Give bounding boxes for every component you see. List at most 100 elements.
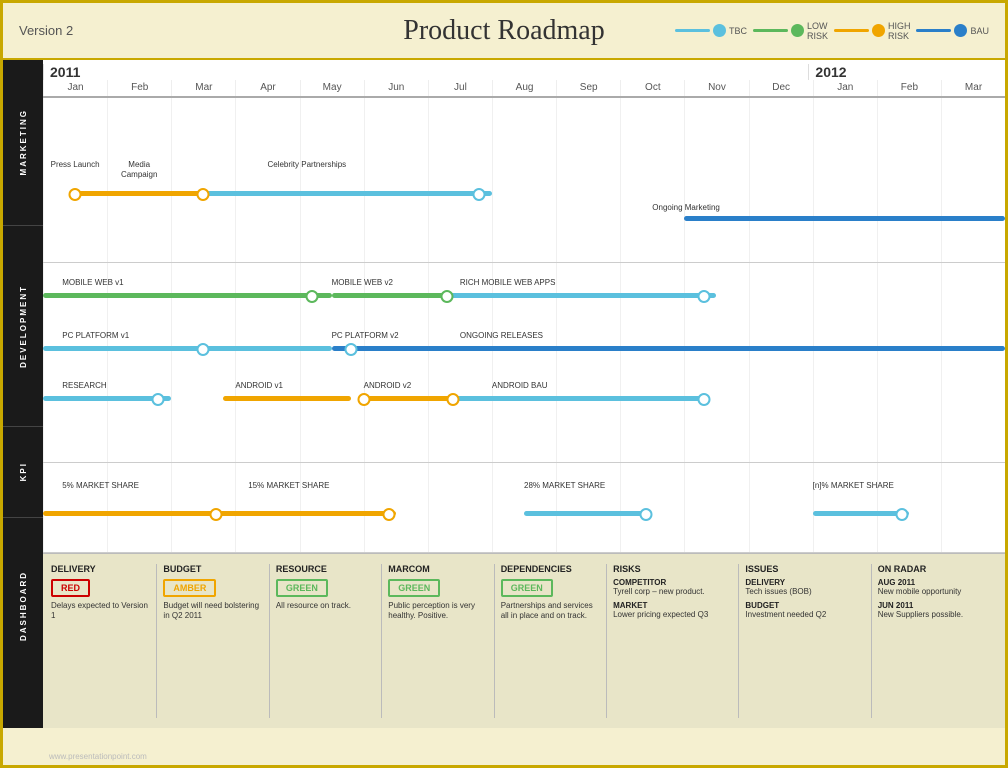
resource-text: All resource on track. [276,601,375,611]
marcom-badge: GREEN [388,579,440,597]
on-radar-item2-title: JUN 2011 [878,601,997,610]
kpi4-label: [n]% MARKET SHARE [813,481,894,490]
legend-highrisk-dot [872,24,885,37]
legend-highrisk-line [834,29,869,32]
version-label: Version 2 [19,23,73,38]
year-header: 2011 2012 [43,60,1005,80]
row-labels: MARKETING DEVELOPMENT KPI DASHBOARD [3,60,43,728]
dependencies-text: Partnerships and services all in place a… [501,601,600,622]
press-launch-label: Press Launch [51,160,100,170]
page-title: Product Roadmap [403,15,604,47]
issue-budget-title: BUDGET [745,601,864,610]
rich-mobile-label: RICH MOBILE WEB APPS [460,278,556,287]
legend-tbc-dot [713,24,726,37]
kpi3-line [524,511,652,516]
legend-bau-label: BAU [970,26,989,36]
kpi4-node [896,508,909,521]
ongoing-releases-label: ONGOING RELEASES [460,331,543,340]
year-2012: 2012 [808,64,1005,80]
dashboard-budget: BUDGET AMBER Budget will need bolstering… [163,564,262,718]
risk-market-title: MARKET [613,601,732,610]
kpi1-node [210,508,223,521]
legend: TBC LOWRISK HIGHRISK BAU [675,21,989,41]
watermark: www.presentationpoint.com [49,752,147,761]
celebrity-line [203,191,492,196]
mobile-web-v2-node2 [441,290,454,303]
kpi1-line [43,511,223,516]
press-launch-node [69,188,82,201]
resource-badge: GREEN [276,579,328,597]
row-label-dashboard: DASHBOARD [3,518,43,693]
media-campaign-label: MediaCampaign [121,160,157,179]
mobile-web-v1-label: MOBILE WEB v1 [62,278,123,287]
month-jul1: Jul [428,80,492,96]
kpi2-line [216,511,396,516]
risk-market-text: Lower pricing expected Q3 [613,610,732,619]
risk-competitor-text: Tyrell corp – new product. [613,587,732,596]
month-mar1: Mar [171,80,235,96]
dashboard-issues: ISSUES DELIVERY Tech issues (BOB) BUDGET… [745,564,864,718]
on-radar-item1: AUG 2011 New mobile opportunity [878,578,997,596]
legend-highrisk-label: HIGHRISK [888,21,911,41]
marcom-title: MARCOM [388,564,487,574]
legend-tbc-line [675,29,710,32]
risk-market: MARKET Lower pricing expected Q3 [613,601,732,619]
research-node [152,393,165,406]
resource-title: RESOURCE [276,564,375,574]
android-bau-line [453,396,710,401]
kpi3-node [639,508,652,521]
pc-v1-line [43,346,332,351]
month-sep1: Sep [556,80,620,96]
month-header: Jan Feb Mar Apr May Jun Jul Aug Sep Oct … [43,80,1005,98]
android-v2-node2 [447,393,460,406]
marcom-text: Public perception is very healthy. Posit… [388,601,487,622]
grid-overlay [43,98,1005,262]
legend-high-risk: HIGHRISK [834,21,911,41]
month-dec1: Dec [749,80,813,96]
dependencies-badge: GREEN [501,579,553,597]
legend-lowrisk-line [753,29,788,32]
dashboard-delivery: DELIVERY RED Delays expected to Version … [51,564,150,718]
mobile-web-v2-node [306,290,319,303]
media-campaign-node [197,188,210,201]
legend-bau: BAU [916,24,989,37]
delivery-text: Delays expected to Version 1 [51,601,150,622]
issue-delivery-title: DELIVERY [745,578,864,587]
kpi1-label: 5% MARKET SHARE [62,481,139,490]
month-may1: May [300,80,364,96]
dashboard-on-radar: ON RADAR AUG 2011 New mobile opportunity… [878,564,997,718]
delivery-title: DELIVERY [51,564,150,574]
rich-mobile-line [447,293,716,298]
budget-title: BUDGET [163,564,262,574]
risk-competitor: COMPETITOR Tyrell corp – new product. [613,578,732,596]
legend-low-risk: LOWRISK [753,21,828,41]
budget-text: Budget will need bolstering in Q2 2011 [163,601,262,622]
celebrity-partnerships-label: Celebrity Partnerships [267,160,346,169]
android-v1-line [223,396,351,401]
mobile-web-v2-label: MOBILE WEB v2 [332,278,393,287]
row-label-marketing: MARKETING [3,60,43,225]
row-label-development: DEVELOPMENT [3,226,43,426]
marketing-orange-line [75,191,203,196]
dashboard-section: DELIVERY RED Delays expected to Version … [43,553,1005,728]
row-label-kpi: KPI [3,427,43,517]
pc-v2-label: PC PLATFORM v2 [332,331,399,340]
marketing-section: Press Launch MediaCampaign Celebrity Par… [43,98,1005,263]
dashboard-marcom: MARCOM GREEN Public perception is very h… [388,564,487,718]
month-aug1: Aug [492,80,556,96]
month-jan1: Jan [43,80,107,96]
month-apr1: Apr [235,80,299,96]
month-mar2: Mar [941,80,1005,96]
on-radar-item2: JUN 2011 New Suppliers possible. [878,601,997,619]
budget-badge: AMBER [163,579,216,597]
on-radar-item2-text: New Suppliers possible. [878,610,997,619]
android-v2-line [364,396,460,401]
android-v2-node [357,393,370,406]
ongoing-releases-line [332,346,1005,351]
dependencies-title: DEPENDENCIES [501,564,600,574]
kpi4-line [813,511,909,516]
header: Version 2 Product Roadmap TBC LOWRISK HI… [3,3,1005,58]
kpi2-label: 15% MARKET SHARE [248,481,329,490]
rich-mobile-node [697,290,710,303]
pc-v1-label: PC PLATFORM v1 [62,331,129,340]
